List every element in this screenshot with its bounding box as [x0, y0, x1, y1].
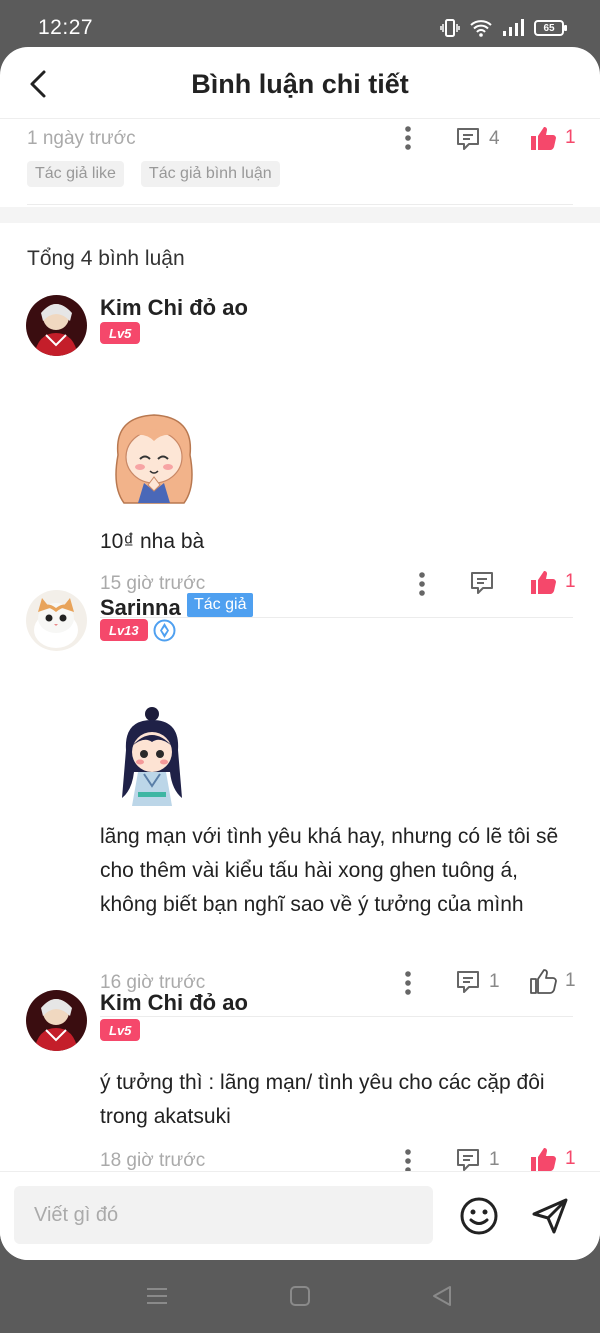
like-count: 1 [565, 571, 576, 592]
status-time: 12:27 [38, 16, 94, 39]
wifi-icon [470, 20, 492, 37]
level-badge: Lv13 [100, 619, 148, 641]
reply-count: 1 [489, 971, 500, 992]
comment-text: 10₫ nha bà [100, 530, 205, 553]
sticker-image [104, 407, 204, 512]
avatar[interactable] [26, 295, 87, 356]
level-badge: Lv5 [100, 1019, 141, 1041]
system-nav-bar [0, 1260, 600, 1333]
comment-time: 18 giờ trước [100, 1150, 206, 1171]
comment-icon [471, 572, 493, 594]
reply-button[interactable] [469, 570, 503, 596]
comment-author-name[interactable]: Sarinna [100, 595, 181, 621]
section-separator [0, 207, 600, 223]
back-icon[interactable] [430, 1284, 454, 1308]
thumbs-up-icon [531, 571, 556, 594]
parent-post-meta: 1 ngày trước 4 1 [27, 122, 576, 162]
comment-icon [457, 971, 479, 993]
parent-reply-count: 4 [489, 128, 500, 149]
like-button[interactable]: 1 [529, 967, 576, 995]
parent-like-count: 1 [565, 127, 576, 148]
author-badge: Tác giả [187, 593, 254, 617]
header: Bình luận chi tiết [0, 47, 600, 119]
comment-author-name[interactable]: Kim Chi đỏ ao [100, 295, 248, 321]
thumbs-up-icon [531, 127, 556, 150]
level-badge: Lv5 [100, 322, 141, 344]
tag-author-commented: Tác giả bình luận [140, 161, 280, 187]
comment-text: lãng mạn với tình yêu khá hay, nhưng có … [100, 825, 559, 916]
more-vert-icon[interactable] [404, 971, 412, 995]
parent-like-button[interactable]: 1 [529, 124, 576, 152]
status-icons: 65 [440, 18, 567, 38]
parent-tags: Tác giả like Tác giả bình luận [27, 161, 280, 187]
battery-icon: 65 [534, 20, 567, 36]
comment-time: 15 giờ trước [100, 573, 206, 594]
page-title: Bình luận chi tiết [191, 69, 409, 99]
comment-author-name[interactable]: Kim Chi đỏ ao [100, 990, 248, 1016]
like-count: 1 [565, 970, 576, 991]
emoji-icon[interactable] [459, 1196, 499, 1236]
comment-input[interactable] [14, 1186, 433, 1244]
avatar[interactable] [26, 590, 87, 651]
sticker-image [112, 706, 192, 815]
reply-button[interactable]: 1 [455, 1147, 500, 1173]
vibrate-icon [440, 19, 460, 37]
medal-icon [153, 619, 176, 642]
more-vert-icon[interactable] [404, 126, 412, 150]
reply-button[interactable]: 1 [455, 969, 500, 995]
home-icon[interactable] [288, 1284, 312, 1308]
status-bar: 12:27 65 [0, 0, 600, 50]
like-count: 1 [565, 1148, 576, 1169]
menu-icon[interactable] [145, 1284, 169, 1308]
divider [100, 1016, 573, 1017]
parent-reply-button[interactable]: 4 [455, 126, 500, 152]
send-icon[interactable] [530, 1196, 570, 1236]
thumbs-up-icon [531, 1148, 556, 1171]
comment-icon [457, 128, 479, 150]
reply-count: 1 [489, 1149, 500, 1170]
comment-icon [457, 1149, 479, 1171]
like-button[interactable]: 1 [529, 1145, 576, 1173]
parent-post-time: 1 ngày trước [27, 128, 136, 149]
avatar[interactable] [26, 990, 87, 1051]
like-button[interactable]: 1 [529, 568, 576, 596]
comment-text: ý tưởng thì : lãng mạn/ tình yêu cho các… [100, 1071, 545, 1128]
signal-icon [503, 19, 524, 36]
thumbs-up-outline-icon [530, 969, 557, 994]
more-vert-icon[interactable] [418, 572, 426, 596]
more-vert-icon[interactable] [404, 1149, 412, 1173]
total-comments-label: Tổng 4 bình luận [27, 247, 185, 270]
tag-author-liked: Tác giả like [27, 161, 124, 187]
divider [27, 204, 573, 205]
comment-detail-sheet: Bình luận chi tiết 1 ngày trước 4 1 Tác … [0, 47, 600, 1260]
comment-composer [0, 1171, 600, 1260]
